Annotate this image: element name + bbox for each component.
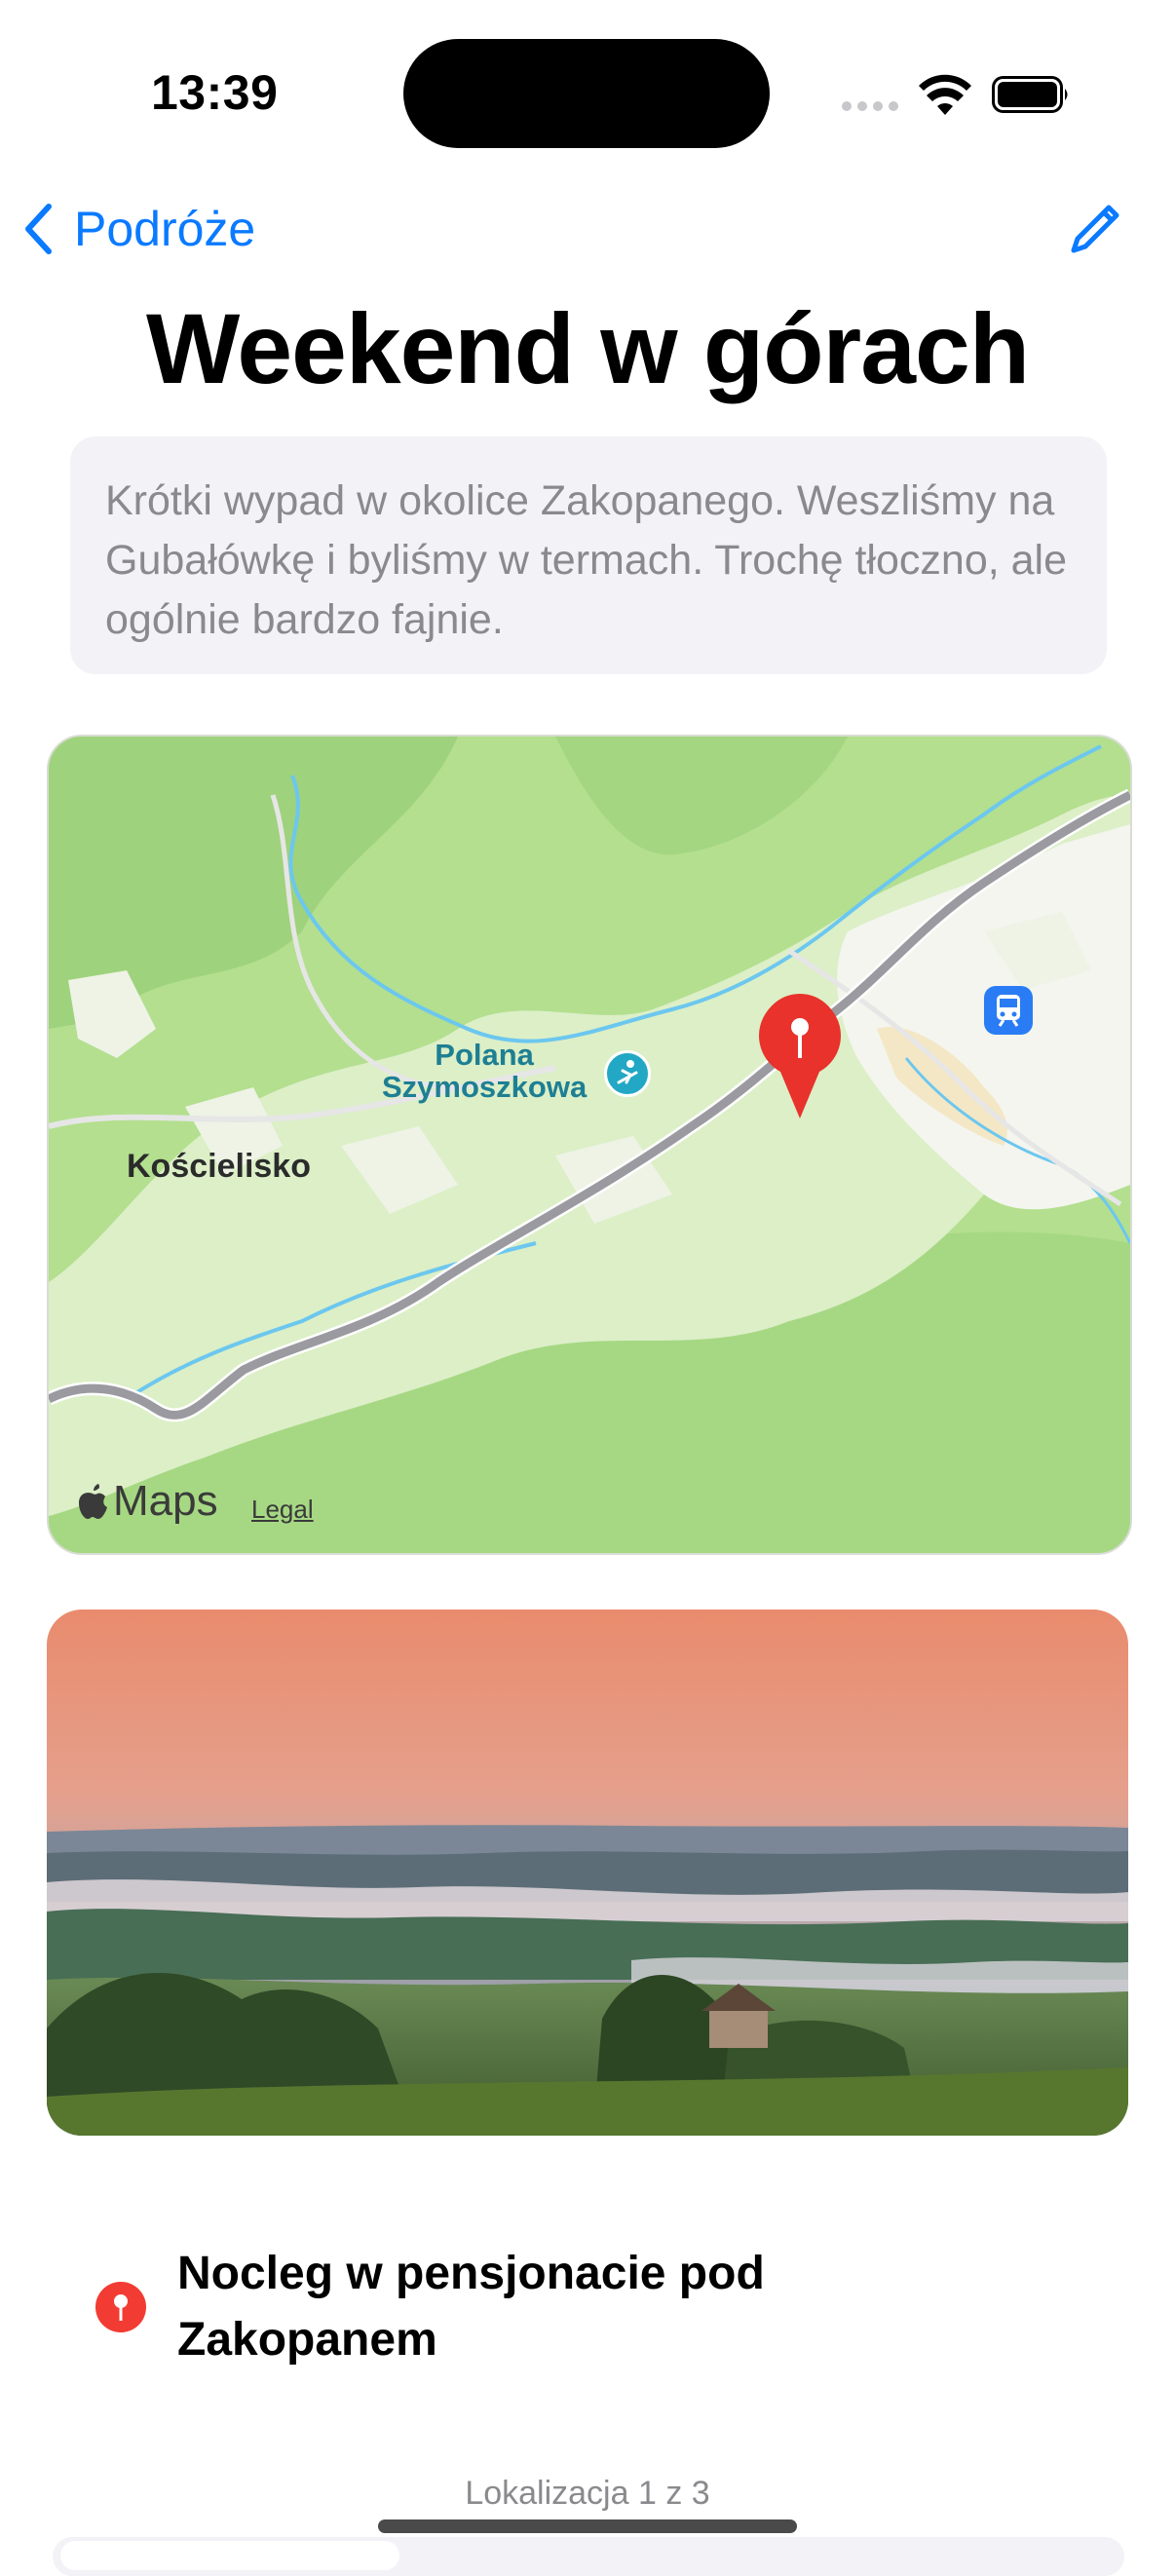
- legal-link[interactable]: Legal: [251, 1495, 314, 1525]
- location-label: Nocleg w pensjonacie pod Zakopanem: [177, 2248, 765, 2366]
- maps-brand-label: Maps: [113, 1477, 218, 1525]
- maps-brand: Maps: [76, 1477, 218, 1526]
- train-icon[interactable]: [984, 986, 1033, 1035]
- map-label-poi: Polana Szymoszkowa: [382, 1039, 587, 1103]
- map-label-town: Kościelisko: [127, 1148, 311, 1185]
- page-title: Weekend w górach: [145, 293, 1030, 404]
- map-view[interactable]: Kościelisko Polana Szymoszkowa Maps Lega…: [47, 735, 1132, 1555]
- dynamic-island: [403, 39, 770, 148]
- pager-indicator: Lokalizacja 1 z 3: [465, 2475, 710, 2512]
- notes-text[interactable]: Krótki wypad w okolice Zakopanego. Weszl…: [70, 436, 1107, 674]
- pin-icon: [95, 2282, 146, 2332]
- map-terrain: [49, 737, 1130, 1553]
- battery-icon: [992, 76, 1068, 113]
- landscape-photo: [47, 1610, 1128, 2136]
- home-indicator[interactable]: [378, 2519, 797, 2533]
- back-button-label: Podróże: [74, 202, 256, 256]
- pencil-icon[interactable]: [1068, 200, 1124, 256]
- chevron-left-icon: [25, 204, 52, 254]
- map-pin-icon[interactable]: [756, 990, 844, 1126]
- location-row[interactable]: Nocleg w pensjonacie pod Zakopanem: [95, 2241, 859, 2373]
- trip-photo[interactable]: [47, 1610, 1128, 2136]
- back-button[interactable]: Podróże: [23, 195, 255, 263]
- ski-icon[interactable]: [604, 1050, 651, 1097]
- map-label-poi-line2: Szymoszkowa: [382, 1070, 588, 1104]
- cellular-signal-icon: [842, 101, 900, 113]
- segment-selected[interactable]: [60, 2541, 399, 2570]
- status-time: 13:39: [151, 65, 279, 120]
- apple-logo-icon: [79, 1484, 107, 1519]
- wifi-icon: [919, 74, 971, 115]
- map-label-poi-line1: Polana: [435, 1038, 534, 1072]
